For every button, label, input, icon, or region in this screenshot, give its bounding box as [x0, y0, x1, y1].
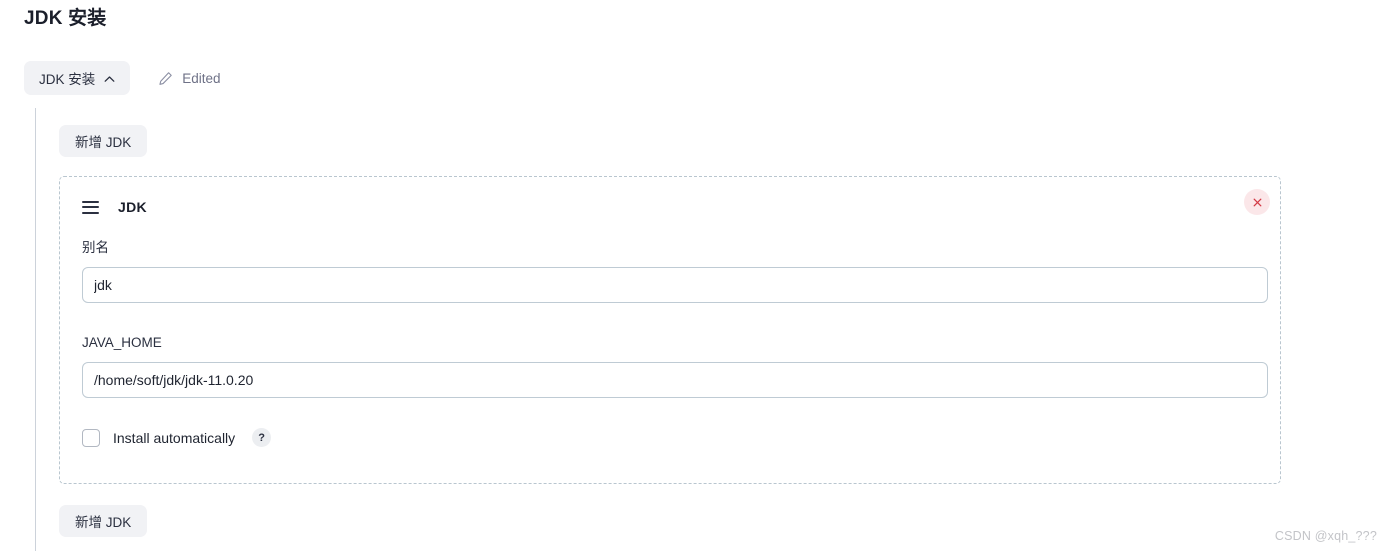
install-automatically-checkbox[interactable] — [82, 428, 100, 447]
jdk-block-header: JDK — [82, 199, 147, 215]
watermark: CSDN @xqh_??? — [1274, 529, 1377, 543]
add-jdk-button-bottom[interactable]: 新增 JDK — [59, 505, 148, 537]
install-automatically-label[interactable]: Install automatically — [113, 430, 235, 446]
alias-input[interactable] — [82, 267, 1268, 303]
java-home-input[interactable] — [82, 362, 1268, 398]
pencil-icon — [158, 71, 173, 86]
java-home-label: JAVA_HOME — [82, 335, 162, 350]
alias-field-group: 别名 — [82, 239, 1268, 303]
drag-handle-icon[interactable] — [82, 200, 99, 214]
help-icon[interactable]: ? — [252, 428, 272, 447]
jdk-entry-block: JDK 别名 JAVA_HOME Install automatically ? — [59, 176, 1281, 484]
jdk-block-title: JDK — [118, 199, 147, 215]
edited-label: Edited — [182, 70, 221, 86]
install-automatically-row: Install automatically ? — [82, 428, 272, 447]
remove-jdk-button[interactable] — [1244, 189, 1270, 215]
page-title: JDK 安装 — [24, 8, 107, 29]
java-home-field-group: JAVA_HOME — [82, 334, 1268, 398]
chevron-up-icon — [104, 74, 115, 85]
alias-label: 别名 — [82, 240, 109, 255]
stage-collapse-toggle[interactable]: JDK 安装 — [24, 61, 131, 95]
edited-status: Edited — [158, 70, 221, 86]
close-icon — [1252, 197, 1263, 208]
stage-pill-label: JDK 安装 — [39, 72, 96, 87]
stage-bar: JDK 安装 Edited — [24, 61, 221, 95]
add-jdk-button-top[interactable]: 新增 JDK — [59, 125, 148, 157]
stage-section-body: 新增 JDK JDK 别名 JAVA_HOME Install aut — [35, 108, 1387, 551]
